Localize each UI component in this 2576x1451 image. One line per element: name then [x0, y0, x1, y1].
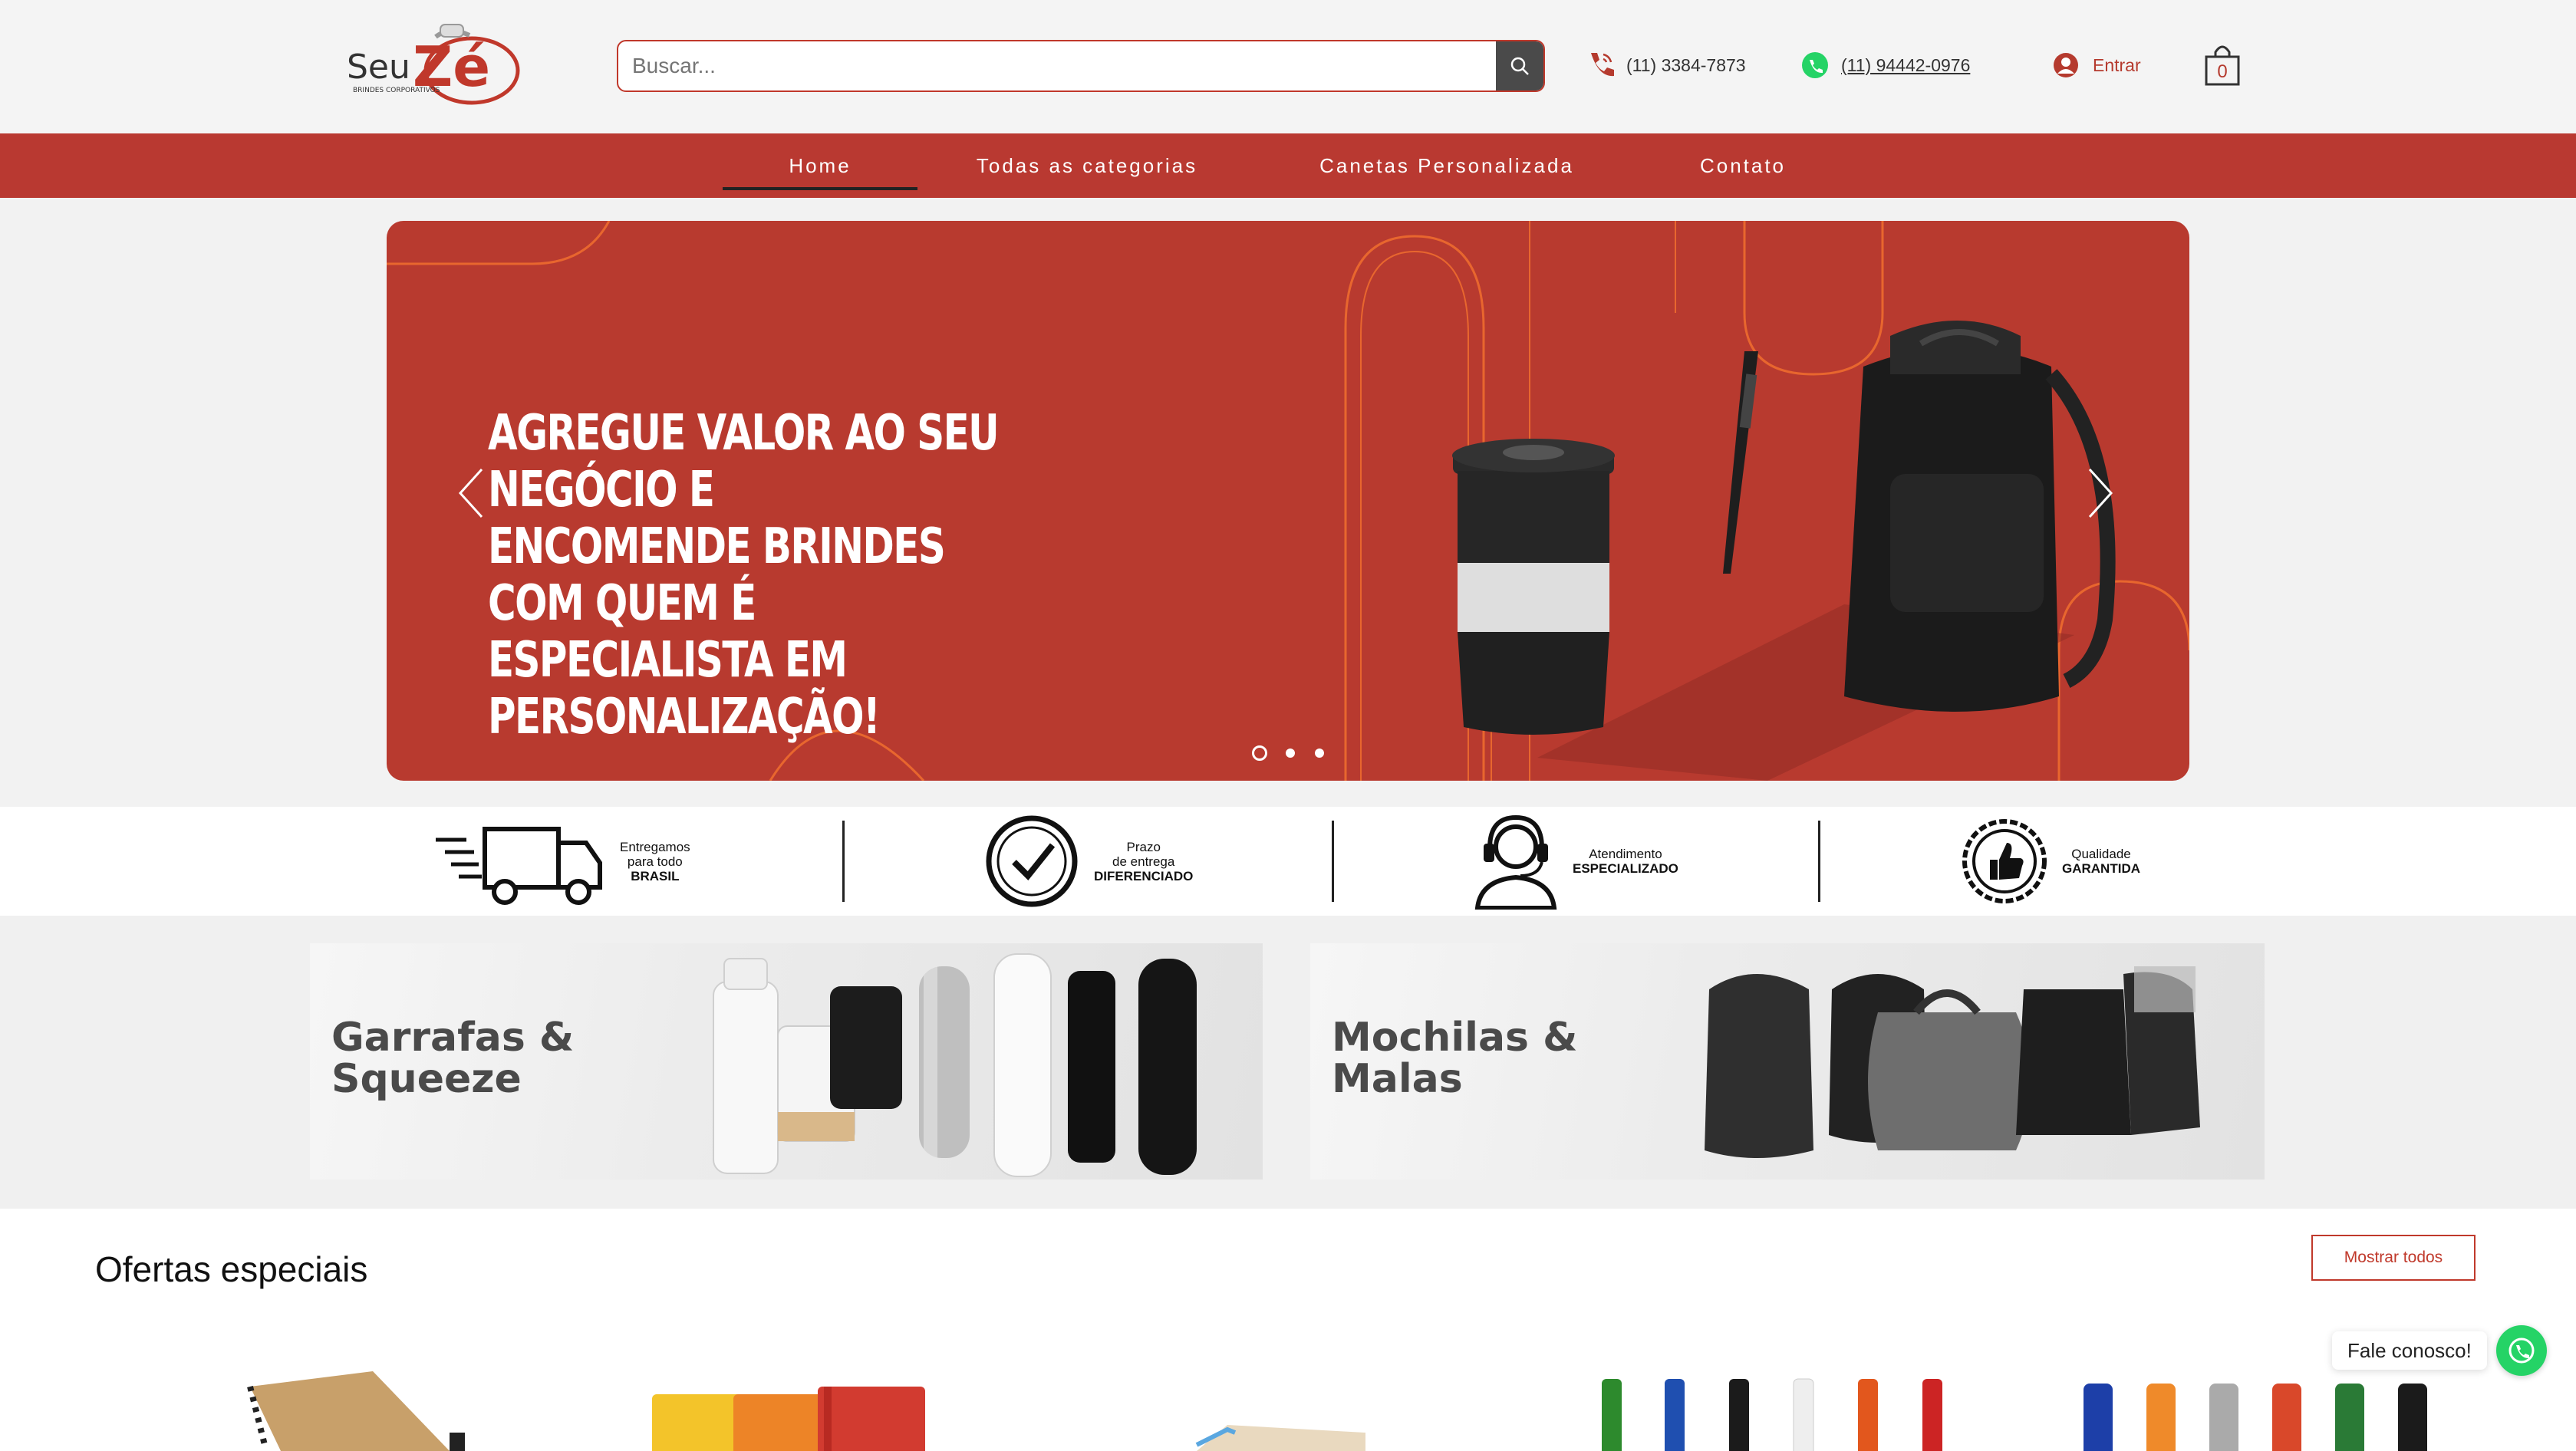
site-header: Seu Zé BRINDES CORPORATIVOS (11) 3384-78… — [0, 0, 2576, 133]
features-strip: Entregamos para todo BRASIL Prazo de ent… — [0, 807, 2576, 916]
show-all-button[interactable]: Mostrar todos — [2311, 1235, 2476, 1281]
product-image — [2084, 1384, 2427, 1451]
search-box — [617, 40, 1545, 92]
category-bottles[interactable]: Garrafas & Squeeze — [310, 943, 1263, 1180]
hero-headline: AGREGUE VALOR AO SEU NEGÓCIO E ENCOMENDE… — [488, 405, 1026, 745]
phone-icon — [1583, 48, 1617, 82]
feature-line: Atendimento — [1589, 847, 1662, 861]
search-icon — [1510, 57, 1529, 75]
feature-line: Qualidade — [2071, 847, 2131, 861]
cart-button[interactable]: 0 — [2203, 43, 2242, 87]
nav-item-pens[interactable]: Canetas Personalizada — [1296, 133, 1597, 198]
whatsapp-icon — [1798, 48, 1832, 82]
feature-deadline-text: Prazo de entrega DIFERENCIADO — [1094, 840, 1193, 883]
feature-line: BRASIL — [631, 868, 680, 883]
feature-quality-text: Qualidade GARANTIDA — [2062, 847, 2140, 876]
product-card-pens-2[interactable] — [2079, 1356, 2439, 1451]
main-nav: Home Todas as categorias Canetas Persona… — [0, 133, 2576, 198]
slide-dot-1[interactable] — [1252, 745, 1267, 761]
product-card-item[interactable] — [1181, 1356, 1365, 1451]
truck-icon — [436, 827, 602, 905]
feature-support: Atendimento ESPECIALIZADO — [1473, 807, 1678, 916]
offers-title: Ofertas especiais — [95, 1249, 368, 1289]
whatsapp-contact[interactable]: (11) 94442-0976 — [1798, 46, 1970, 84]
product-card-notebooks[interactable] — [649, 1356, 956, 1451]
search-input[interactable] — [618, 41, 1496, 90]
bottles-image — [713, 953, 1197, 1177]
feature-delivery-text: Entregamos para todo BRASIL — [620, 840, 690, 883]
thumbs-up-badge-icon — [1962, 819, 2047, 903]
hero-line-2: ENCOMENDE BRINDES COM QUEM É — [488, 518, 946, 632]
category-backpacks[interactable]: Mochilas & Malas — [1310, 943, 2265, 1180]
category-backpacks-label: Mochilas & Malas — [1332, 1017, 1577, 1100]
category-banners: Garrafas & Squeeze Mochilas & Malas — [0, 916, 2576, 1209]
clock-check-icon — [986, 815, 1078, 907]
logo[interactable]: Seu Zé BRINDES CORPORATIVOS — [345, 20, 529, 112]
divider — [1332, 821, 1334, 902]
login-label: Entrar — [2093, 54, 2141, 75]
feature-delivery: Entregamos para todo BRASIL — [436, 807, 690, 916]
slide-dot-2[interactable] — [1286, 749, 1295, 758]
hero-line-1: AGREGUE VALOR AO SEU NEGÓCIO E — [488, 405, 1000, 518]
feature-line: para todo — [627, 854, 683, 869]
login-button[interactable]: Entrar — [2053, 46, 2141, 84]
feature-deadline: Prazo de entrega DIFERENCIADO — [983, 807, 1193, 916]
category-line: Malas — [1332, 1056, 1463, 1102]
category-line: Mochilas & — [1332, 1015, 1578, 1061]
headset-icon — [1474, 814, 1557, 910]
prev-slide-button[interactable] — [456, 466, 486, 520]
phone-number: (11) 3384-7873 — [1626, 54, 1746, 75]
feature-line: DIFERENCIADO — [1094, 868, 1194, 883]
whatsapp-number: (11) 94442-0976 — [1841, 54, 1971, 75]
hero-line-3: ESPECIALISTA EM PERSONALIZAÇÃO! — [488, 632, 881, 745]
user-avatar-icon — [2054, 53, 2078, 77]
product-image — [1602, 1378, 1942, 1451]
category-line: Garrafas & — [331, 1015, 575, 1061]
nav-active-indicator — [723, 187, 917, 190]
pen-image — [1723, 351, 1758, 574]
whatsapp-chat-button[interactable] — [2496, 1325, 2547, 1376]
product-card-notebook[interactable] — [219, 1356, 526, 1451]
divider — [842, 821, 845, 902]
feature-line: de entrega — [1112, 854, 1175, 869]
feature-quality: Qualidade GARANTIDA — [1961, 807, 2140, 916]
feature-line: Entregamos — [620, 839, 690, 854]
next-slide-button[interactable] — [2085, 466, 2116, 520]
chat-bubble[interactable]: Fale conosco! — [2332, 1331, 2487, 1370]
nav-item-categories[interactable]: Todas as categorias — [945, 133, 1229, 198]
category-bottles-label: Garrafas & Squeeze — [331, 1017, 574, 1100]
product-image — [247, 1371, 465, 1451]
nav-item-contact[interactable]: Contato — [1657, 133, 1829, 198]
chevron-left-icon — [458, 468, 483, 518]
slide-dot-3[interactable] — [1315, 749, 1324, 758]
tumbler-image — [1452, 439, 1615, 735]
product-card-pens[interactable] — [1593, 1356, 1961, 1451]
feature-line: Prazo — [1126, 839, 1161, 854]
chevron-right-icon — [2088, 468, 2113, 518]
category-line: Squeeze — [331, 1056, 522, 1102]
divider — [1818, 821, 1820, 902]
product-image — [652, 1387, 925, 1451]
cart-count: 0 — [2217, 61, 2228, 82]
hero-slideshow[interactable]: AGREGUE VALOR AO SEU NEGÓCIO E ENCOMENDE… — [387, 221, 2189, 781]
search-button[interactable] — [1496, 41, 1543, 90]
backpacks-image — [1705, 966, 2200, 1158]
product-image — [1195, 1425, 1365, 1451]
svg-text:BRINDES CORPORATIVOS: BRINDES CORPORATIVOS — [353, 87, 440, 94]
feature-line: ESPECIALIZADO — [1573, 861, 1678, 876]
feature-support-text: Atendimento ESPECIALIZADO — [1573, 847, 1678, 876]
phone-contact[interactable]: (11) 3384-7873 — [1583, 46, 1746, 84]
feature-line: GARANTIDA — [2062, 861, 2140, 876]
logo-text: Seu — [347, 48, 410, 87]
whatsapp-icon — [2508, 1337, 2535, 1364]
backpack-image — [1844, 321, 2116, 712]
